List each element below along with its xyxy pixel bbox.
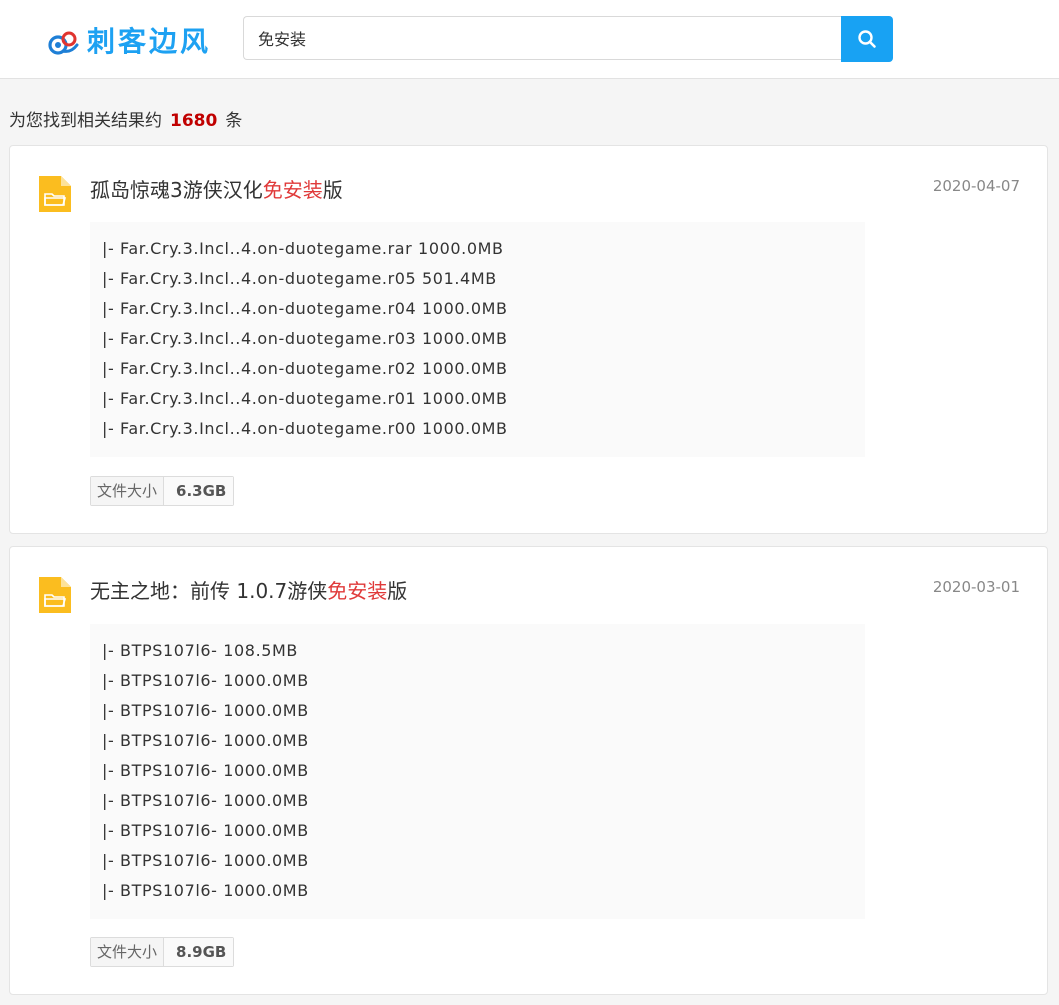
file-item: |- BTPS107l6- 1000.0MB bbox=[102, 851, 309, 870]
file-item: |- BTPS107l6- 108.5MB bbox=[102, 641, 299, 660]
file-size-label: 文件大小 bbox=[91, 477, 165, 505]
site-logo[interactable]: 刺客边风 bbox=[47, 20, 211, 60]
file-item: |- Far.Cry.3.Incl..4.on-duotegame.r04 10… bbox=[102, 299, 508, 318]
site-header: 刺客边风 bbox=[0, 0, 1059, 79]
file-item: |- Far.Cry.3.Incl..4.on-duotegame.r03 10… bbox=[102, 329, 508, 348]
result-date: 2020-03-01 bbox=[932, 578, 1020, 596]
file-size-tag: 文件大小 8.9GB bbox=[90, 937, 235, 967]
title-text-end: 版 bbox=[322, 178, 343, 202]
file-item: |- Far.Cry.3.Incl..4.on-duotegame.r05 50… bbox=[102, 269, 497, 288]
search-input[interactable] bbox=[244, 17, 841, 59]
search-icon bbox=[858, 30, 876, 48]
search-box bbox=[243, 16, 841, 60]
summary-prefix: 为您找到相关结果约 bbox=[9, 111, 162, 131]
file-item: |- Far.Cry.3.Incl..4.on-duotegame.r01 10… bbox=[102, 389, 508, 408]
result-card: 无主之地：前传 1.0.7游侠免安装版 2020-03-01 |- BTPS10… bbox=[9, 546, 1048, 995]
folder-icon bbox=[39, 577, 71, 613]
file-item: |- Far.Cry.3.Incl..4.on-duotegame.r00 10… bbox=[102, 419, 508, 438]
file-item: |- BTPS107l6- 1000.0MB bbox=[102, 791, 309, 810]
file-size-tag: 文件大小 6.3GB bbox=[90, 476, 235, 506]
file-item: |- BTPS107l6- 1000.0MB bbox=[102, 881, 309, 900]
title-text-end: 版 bbox=[387, 579, 408, 603]
logo-icon bbox=[48, 31, 79, 55]
result-count: 1680 bbox=[170, 111, 218, 131]
summary-suffix: 条 bbox=[225, 111, 243, 131]
folder-icon bbox=[39, 176, 71, 212]
title-text: 孤岛惊魂3游侠汉化 bbox=[90, 178, 263, 202]
result-title-link[interactable]: 无主之地：前传 1.0.7游侠免安装版 bbox=[90, 575, 407, 604]
file-item: |- BTPS107l6- 1000.0MB bbox=[102, 821, 309, 840]
file-item: |- BTPS107l6- 1000.0MB bbox=[102, 731, 309, 750]
file-item: |- BTPS107l6- 1000.0MB bbox=[102, 671, 309, 690]
title-highlight: 免安装 bbox=[327, 579, 388, 603]
file-item: |- Far.Cry.3.Incl..4.on-duotegame.r02 10… bbox=[102, 359, 508, 378]
file-item: |- BTPS107l6- 1000.0MB bbox=[102, 761, 309, 780]
file-item: |- Far.Cry.3.Incl..4.on-duotegame.rar 10… bbox=[102, 239, 504, 258]
file-list: |- Far.Cry.3.Incl..4.on-duotegame.rar 10… bbox=[90, 222, 865, 457]
title-text: 无主之地：前传 1.0.7游侠 bbox=[90, 579, 328, 603]
file-size-value: 8.9GB bbox=[164, 938, 234, 966]
result-summary: 为您找到相关结果约 1680 条 bbox=[9, 106, 242, 131]
result-card: 孤岛惊魂3游侠汉化免安装版 2020-04-07 |- Far.Cry.3.In… bbox=[9, 145, 1048, 534]
logo-text: 刺客边风 bbox=[87, 25, 212, 58]
search-button[interactable] bbox=[841, 16, 893, 62]
file-size-label: 文件大小 bbox=[91, 938, 165, 966]
result-title-link[interactable]: 孤岛惊魂3游侠汉化免安装版 bbox=[90, 174, 343, 203]
result-date: 2020-04-07 bbox=[932, 177, 1020, 195]
file-list: |- BTPS107l6- 108.5MB |- BTPS107l6- 1000… bbox=[90, 624, 865, 919]
file-size-value: 6.3GB bbox=[164, 477, 234, 505]
file-item: |- BTPS107l6- 1000.0MB bbox=[102, 701, 309, 720]
title-highlight: 免安装 bbox=[262, 178, 323, 202]
